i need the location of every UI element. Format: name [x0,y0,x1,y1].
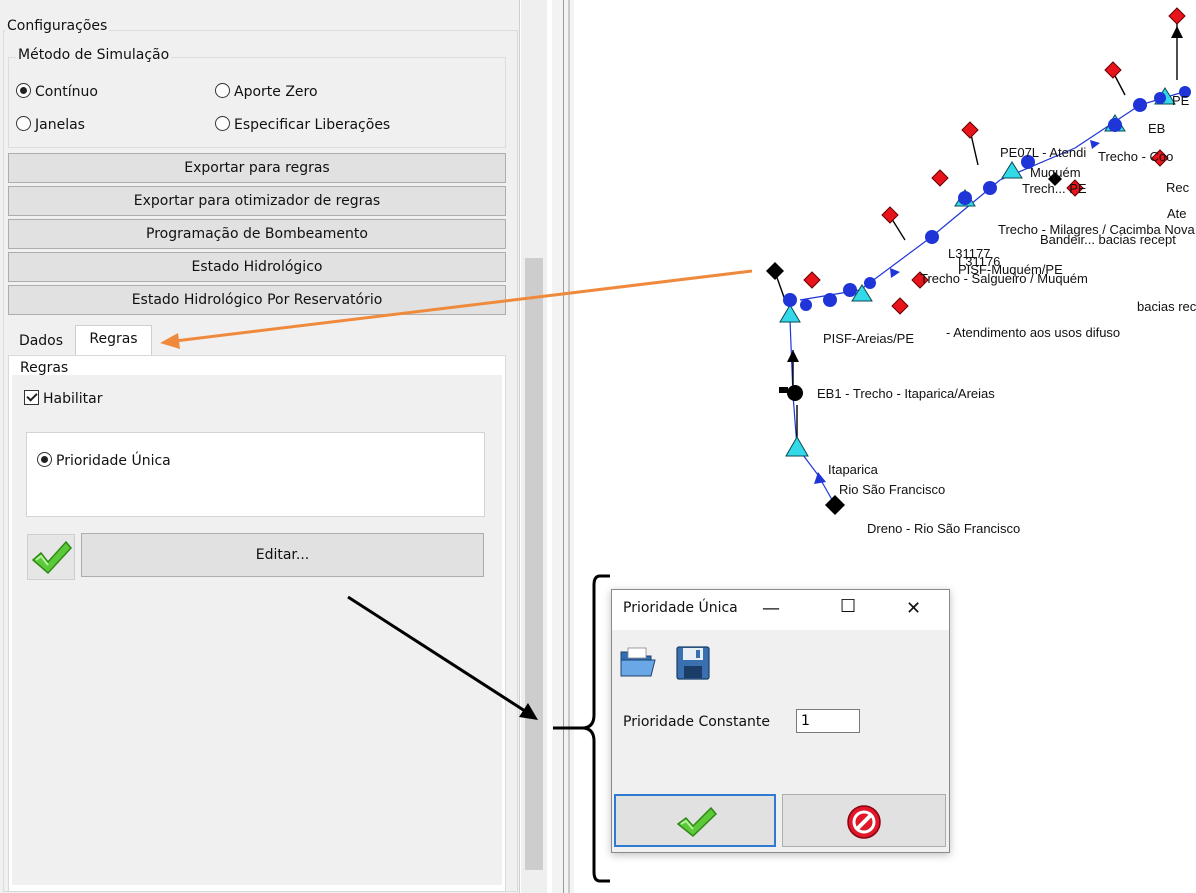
maximize-button[interactable]: ☐ [840,596,856,617]
dialog-title: Prioridade Única [623,600,738,616]
minimize-button[interactable]: — [762,598,780,619]
save-icon[interactable] [674,644,714,684]
cancel-icon [847,805,881,839]
black-arrow-head [519,703,538,720]
check-icon [676,806,718,837]
bracket-brace [553,574,610,883]
constant-priority-label: Prioridade Constante [623,714,771,730]
cancel-button[interactable] [782,794,946,847]
open-folder-icon[interactable] [618,642,658,682]
annotation-overlay [160,269,753,883]
constant-priority-input[interactable] [796,709,860,733]
ok-button[interactable] [614,794,776,847]
close-button[interactable]: ✕ [906,598,921,619]
orange-arrow-head [160,333,180,349]
priority-dialog: Prioridade Única — ☐ ✕ Prioridade Consta… [611,589,950,853]
